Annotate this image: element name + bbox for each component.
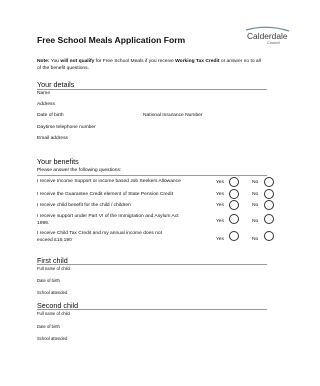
details-heading: Your details xyxy=(37,80,75,89)
question-text: I receive child benefit for the child / … xyxy=(37,203,131,208)
note-pre: You xyxy=(49,59,61,64)
yes-label: Yes xyxy=(216,237,224,242)
note-bold-2: Working Tax Credit xyxy=(175,59,220,64)
question-line-1: I receive Child Tax Credit and my annual… xyxy=(37,231,162,236)
note-bold-1: will not qualify xyxy=(60,59,95,64)
page-title: Free School Meals Application Form xyxy=(37,35,186,45)
logo-name: Calderdale xyxy=(247,31,288,41)
details-divider xyxy=(37,89,267,90)
ni-field-label[interactable]: National Insurance Number xyxy=(143,113,203,118)
no-radio[interactable] xyxy=(264,200,274,210)
yes-radio[interactable] xyxy=(229,231,239,241)
yes-radio[interactable] xyxy=(229,214,239,224)
no-label: No xyxy=(252,180,259,185)
note-label: Note: xyxy=(37,59,50,64)
first-child-divider xyxy=(37,264,267,265)
second-child-dob-label[interactable]: Date of birth xyxy=(37,324,60,329)
second-child-divider xyxy=(37,309,267,310)
yes-radio[interactable] xyxy=(229,189,239,199)
council-logo: Calderdale Council xyxy=(243,26,291,48)
question-line-2: 1999. xyxy=(37,220,50,226)
first-child-name-label[interactable]: Full name of child xyxy=(37,266,70,271)
second-child-name-label[interactable]: Full name of child xyxy=(37,311,70,316)
address-field-label[interactable]: Address xyxy=(37,102,55,107)
no-label: No xyxy=(252,219,259,224)
question-text: I receive Child Tax Credit and my annual… xyxy=(37,231,162,244)
yes-label: Yes xyxy=(216,192,224,197)
no-radio[interactable] xyxy=(264,189,274,199)
benefits-heading: Your benefits xyxy=(37,157,79,166)
no-radio[interactable] xyxy=(264,214,274,224)
no-radio[interactable] xyxy=(264,177,274,187)
email-field-label[interactable]: Email address xyxy=(37,136,68,141)
yes-label: Yes xyxy=(216,219,224,224)
yes-radio[interactable] xyxy=(229,177,239,187)
second-child-school-label[interactable]: School attended xyxy=(37,336,67,341)
yes-radio[interactable] xyxy=(229,200,239,210)
question-text: I receive the Guarantee Credit element o… xyxy=(37,192,173,197)
eligibility-note: Note: You will not qualify for Free Scho… xyxy=(37,58,265,72)
no-label: No xyxy=(252,237,259,242)
logo-sub: Council xyxy=(267,41,280,45)
name-field-label[interactable]: Name xyxy=(37,91,50,96)
no-label: No xyxy=(252,203,259,208)
first-child-school-label[interactable]: School attended xyxy=(37,290,67,295)
yes-label: Yes xyxy=(216,180,224,185)
benefits-intro: Please answer the following questions: xyxy=(37,168,122,173)
yes-label: Yes xyxy=(216,203,224,208)
question-line-2: exceed £16,190 xyxy=(37,237,72,243)
form-page: Free School Meals Application Form Calde… xyxy=(0,0,298,386)
benefits-divider xyxy=(37,175,267,176)
phone-field-label[interactable]: Daytime telephone number xyxy=(37,125,96,130)
note-mid: for Free School Meals if you receive xyxy=(94,59,176,64)
first-child-dob-label[interactable]: Date of birth xyxy=(37,278,60,283)
question-line-1: I receive support under Part VI of the I… xyxy=(37,214,179,219)
no-radio[interactable] xyxy=(264,231,274,241)
question-text: I receive support under Part VI of the I… xyxy=(37,214,179,227)
dob-field-label[interactable]: Date of birth xyxy=(37,113,64,118)
question-text: I receive Income Support or income based… xyxy=(37,179,181,184)
no-label: No xyxy=(252,192,259,197)
